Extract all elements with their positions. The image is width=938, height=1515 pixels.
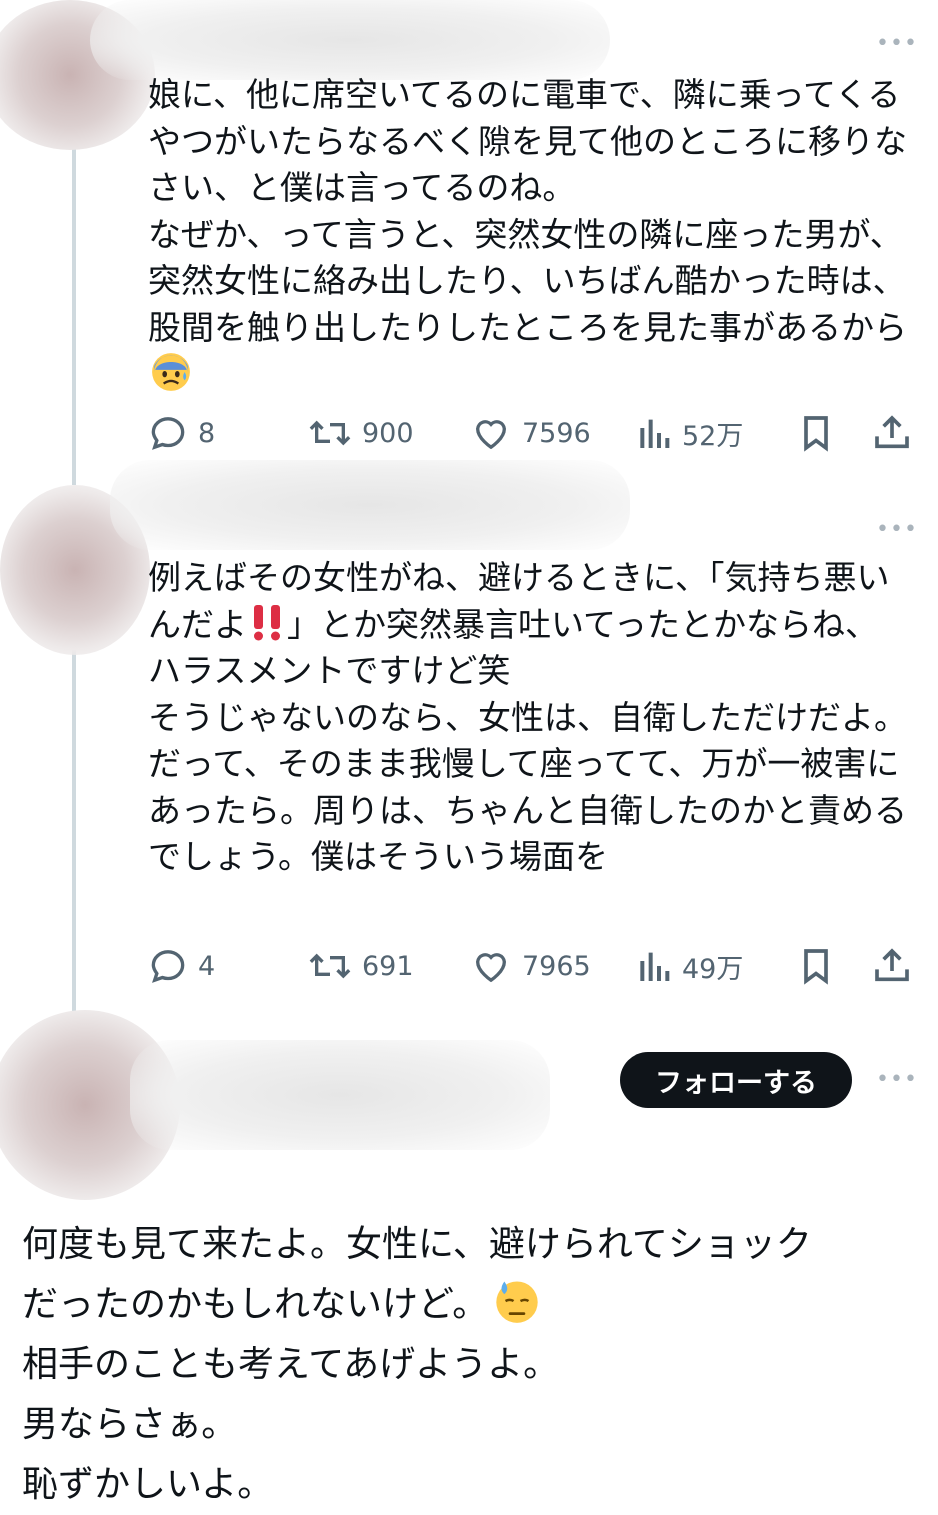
reply-line: 相手のことも考えてあげようよ。 xyxy=(22,1344,560,1385)
views-button[interactable]: 49万 xyxy=(636,944,743,988)
reply-count: 8 xyxy=(198,417,216,449)
tweet-text: 娘に、他に席空いてるのに電車で、隣に乗ってくるやつがいたらなるべく隙を見て他のと… xyxy=(148,72,908,398)
follow-button[interactable]: フォローする xyxy=(620,1052,852,1108)
like-button[interactable]: 7965 xyxy=(470,944,591,988)
share-button[interactable] xyxy=(872,944,912,988)
author-name-blurred xyxy=(90,0,610,80)
repost-button[interactable]: 900 xyxy=(308,411,414,455)
repost-icon xyxy=(309,953,351,979)
reply-button[interactable]: 4 xyxy=(148,944,215,988)
reply-text: 何度も見て来たよ。女性に、避けられてショックだったのかもしれないけど。相手のこと… xyxy=(22,1215,922,1515)
author-name-blurred xyxy=(130,1040,550,1150)
like-icon xyxy=(475,953,507,983)
reply-count: 4 xyxy=(198,950,216,982)
repost-icon xyxy=(309,420,351,446)
tweet-text: 例えばその女性がね、避けるときに、「気持ち悪いんだよ 」とか突然暴言吐いてったとか… xyxy=(148,558,907,876)
repost-button[interactable]: 691 xyxy=(308,944,414,988)
reply-line: 恥ずかしいよ。 xyxy=(22,1464,274,1505)
bookmark-icon xyxy=(804,416,828,452)
views-icon xyxy=(640,952,670,981)
share-icon xyxy=(875,415,909,449)
like-count: 7965 xyxy=(522,950,591,982)
double-exclamation-icon xyxy=(254,604,280,640)
share-button[interactable] xyxy=(872,411,912,455)
reply-icon xyxy=(151,950,185,983)
downcast-face-with-sweat-icon xyxy=(496,1281,538,1323)
views-count: 49万 xyxy=(682,953,744,985)
more-icon[interactable]: ••• xyxy=(876,519,918,541)
views-icon xyxy=(640,419,670,448)
action-bar: 4 691 7965 49万 xyxy=(148,944,918,988)
more-icon[interactable]: ••• xyxy=(876,1069,918,1091)
more-icon[interactable]: ••• xyxy=(876,33,918,55)
anxious-face-with-sweat-icon xyxy=(152,353,190,391)
bookmark-button[interactable] xyxy=(798,411,834,455)
reply-line: だったのかもしれないけど。 xyxy=(22,1275,922,1335)
action-bar: 8 900 7596 52万 xyxy=(148,411,918,455)
repost-count: 900 xyxy=(362,417,414,449)
author-name-blurred xyxy=(110,460,630,550)
views-count: 52万 xyxy=(682,420,744,452)
thread-line xyxy=(72,110,76,485)
reply-line: 何度も見て来たよ。女性に、避けられてショック xyxy=(22,1224,812,1265)
like-icon xyxy=(475,420,507,450)
reply-button[interactable]: 8 xyxy=(148,411,215,455)
reply-line: 男ならさぁ。 xyxy=(22,1404,238,1445)
like-count: 7596 xyxy=(522,417,591,449)
repost-count: 691 xyxy=(362,950,414,982)
share-icon xyxy=(875,948,909,982)
bookmark-icon xyxy=(804,949,828,985)
views-button[interactable]: 52万 xyxy=(636,411,743,455)
like-button[interactable]: 7596 xyxy=(470,411,591,455)
bookmark-button[interactable] xyxy=(798,944,834,988)
reply-icon xyxy=(151,417,185,450)
thread-line xyxy=(72,620,76,1015)
